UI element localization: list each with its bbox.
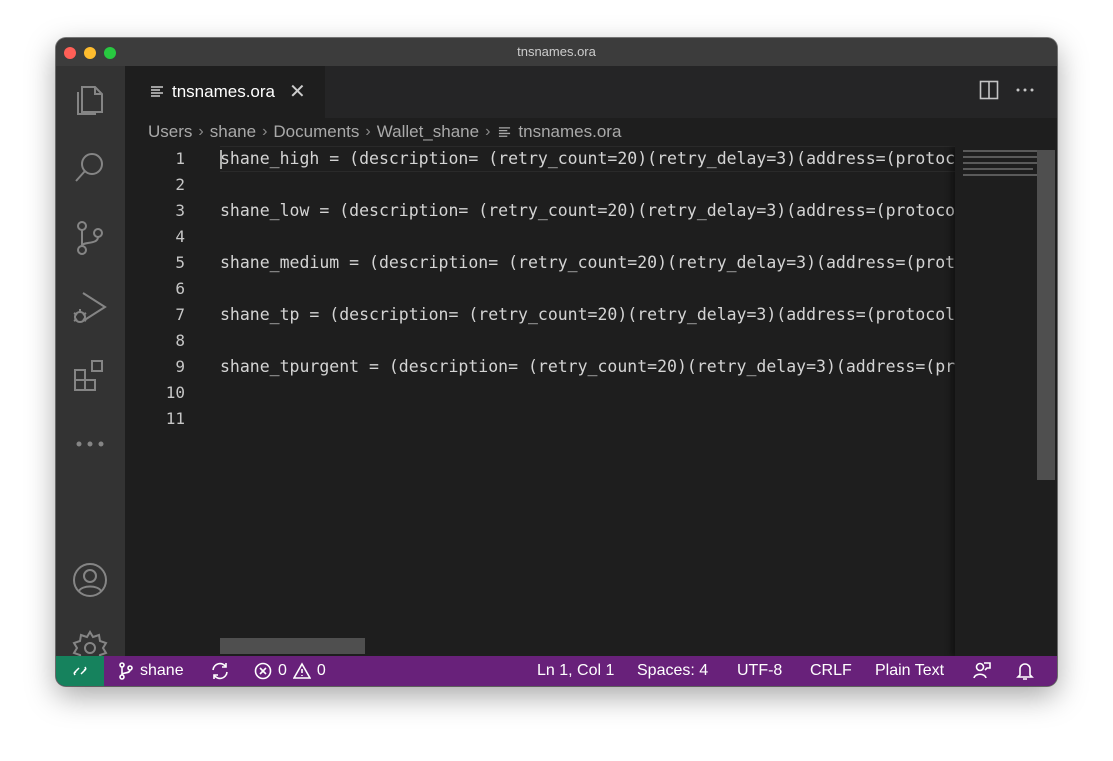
extensions-icon[interactable] <box>70 356 110 396</box>
minimap-line <box>963 156 1037 158</box>
files-icon[interactable] <box>70 80 110 120</box>
code-line[interactable]: shane_tpurgent = (description= (retry_co… <box>220 354 955 380</box>
tab-bar: tnsnames.ora ✕ <box>125 66 1057 118</box>
breadcrumb-item-shane[interactable]: shane <box>210 122 256 142</box>
feedback-icon[interactable] <box>972 656 992 686</box>
encoding-setting[interactable]: UTF-8 <box>737 656 782 686</box>
remote-icon[interactable] <box>56 656 104 686</box>
chevron-right-icon: › <box>198 123 204 140</box>
line-number: 6 <box>175 279 185 298</box>
code-line[interactable]: shane_tp = (description= (retry_count=20… <box>220 302 955 328</box>
code-text-area[interactable]: shane_high = (description= (retry_count=… <box>220 146 955 656</box>
breadcrumb-item-users[interactable]: Users <box>148 122 192 142</box>
search-icon[interactable] <box>70 148 110 188</box>
line-number: 1 <box>175 149 185 168</box>
line-number: 10 <box>165 383 185 402</box>
file-lines-icon <box>151 86 163 97</box>
run-debug-icon[interactable] <box>70 288 110 328</box>
tab-actions <box>979 80 1035 105</box>
minimap-line <box>963 150 1037 152</box>
line-number: 3 <box>175 201 185 220</box>
line-number: 5 <box>175 253 185 272</box>
tab-label: tnsnames.ora <box>172 82 275 101</box>
account-icon[interactable] <box>70 560 110 600</box>
text-cursor <box>220 150 222 169</box>
close-window-button[interactable] <box>64 47 76 59</box>
status-bar: shane 0 0 Ln 1, Col 1 Spaces: 4 UTF-8 CR… <box>56 656 1057 686</box>
window-title: tnsnames.ora <box>517 44 596 59</box>
sync-icon[interactable] <box>210 656 230 686</box>
line-number: 2 <box>175 175 185 194</box>
line-number: 9 <box>175 357 185 376</box>
git-branch-icon <box>119 662 133 680</box>
editor-pane[interactable]: 1 2 3 4 5 6 7 8 9 10 11 shane_high = (de… <box>125 146 1055 656</box>
branch-indicator[interactable]: shane <box>118 656 184 686</box>
minimap-line <box>963 174 1037 176</box>
chevron-right-icon: › <box>262 123 268 140</box>
activity-bar <box>56 66 125 666</box>
line-number: 8 <box>175 331 185 350</box>
line-number: 4 <box>175 227 185 246</box>
editor-window: tnsnames.ora tnsnames.ora ✕ Users › shan… <box>56 38 1057 686</box>
minimap-line <box>963 168 1033 170</box>
warning-icon <box>292 662 311 679</box>
close-icon[interactable]: ✕ <box>289 82 306 102</box>
breadcrumb-item-wallet[interactable]: Wallet_shane <box>377 122 479 142</box>
more-actions-icon[interactable] <box>1015 80 1035 105</box>
warning-count: 0 <box>316 662 326 679</box>
line-number: 11 <box>165 409 185 428</box>
cursor-position[interactable]: Ln 1, Col 1 <box>537 656 614 686</box>
horizontal-scrollbar[interactable] <box>220 638 365 654</box>
tab-tnsnames[interactable]: tnsnames.ora ✕ <box>125 66 325 118</box>
code-line[interactable]: shane_low = (description= (retry_count=2… <box>220 198 955 224</box>
breadcrumb-item-documents[interactable]: Documents <box>273 122 359 142</box>
language-mode[interactable]: Plain Text <box>875 656 944 686</box>
title-bar: tnsnames.ora <box>56 38 1057 66</box>
file-lines-icon <box>499 126 511 137</box>
minimap-line <box>963 162 1037 164</box>
code-line[interactable]: shane_medium = (description= (retry_coun… <box>220 250 955 276</box>
branch-name: shane <box>140 662 184 679</box>
error-icon <box>254 662 272 680</box>
maximize-window-button[interactable] <box>104 47 116 59</box>
breadcrumb-item-file[interactable]: tnsnames.ora <box>518 122 621 142</box>
source-control-icon[interactable] <box>70 218 110 258</box>
more-icon[interactable] <box>70 424 110 464</box>
minimize-window-button[interactable] <box>84 47 96 59</box>
code-line[interactable]: shane_high = (description= (retry_count=… <box>220 146 955 172</box>
indentation-setting[interactable]: Spaces: 4 <box>637 656 708 686</box>
vertical-scrollbar[interactable] <box>1037 150 1055 480</box>
error-count: 0 <box>278 662 287 679</box>
line-number-gutter: 1 2 3 4 5 6 7 8 9 10 11 <box>125 146 185 656</box>
chevron-right-icon: › <box>485 123 491 140</box>
bell-icon[interactable] <box>1016 656 1034 686</box>
split-editor-icon[interactable] <box>979 80 999 105</box>
chevron-right-icon: › <box>365 123 371 140</box>
breadcrumb: Users › shane › Documents › Wallet_shane… <box>125 118 1057 146</box>
line-number: 7 <box>175 305 185 324</box>
line-ending-setting[interactable]: CRLF <box>810 656 852 686</box>
problems-indicator[interactable]: 0 0 <box>254 656 326 686</box>
